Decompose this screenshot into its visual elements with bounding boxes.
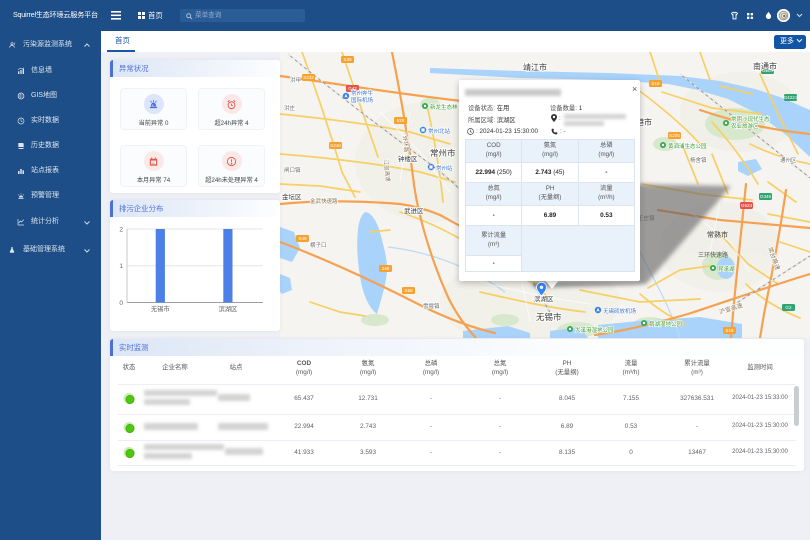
- svg-text:2: 2: [119, 227, 123, 234]
- svg-text:金坛区: 金坛区: [282, 192, 302, 201]
- svg-text:洪庄: 洪庄: [284, 104, 296, 112]
- svg-text:钟楼区: 钟楼区: [398, 154, 418, 163]
- svg-text:S58: S58: [404, 288, 413, 293]
- svg-text:常州站: 常州站: [436, 164, 453, 172]
- svg-text:G346: G346: [760, 194, 772, 199]
- svg-text:G4221: G4221: [784, 95, 798, 100]
- svg-text:洪甲: 洪甲: [290, 76, 301, 84]
- svg-text:闸口镇: 闸口镇: [284, 166, 301, 174]
- svg-text:滨湖区: 滨湖区: [534, 294, 554, 303]
- svg-text:G524: G524: [741, 203, 753, 208]
- svg-text:南通市: 南通市: [753, 61, 777, 71]
- svg-text:S19: S19: [651, 81, 660, 86]
- svg-text:无锡硕放机场: 无锡硕放机场: [603, 307, 637, 315]
- svg-text:武进区: 武进区: [404, 206, 424, 215]
- svg-text:通州区: 通州区: [780, 156, 797, 164]
- svg-text:三环快速路: 三环快速路: [698, 251, 728, 259]
- svg-text:大溪港湿地公园: 大溪港湿地公园: [575, 326, 614, 334]
- svg-text:农业旅游区: 农业旅游区: [731, 122, 759, 130]
- svg-text:昆承湖: 昆承湖: [718, 265, 735, 273]
- svg-text:常熟市: 常熟市: [707, 230, 728, 239]
- svg-text:滨湖区: 滨湖区: [218, 304, 237, 313]
- svg-text:S232: S232: [303, 75, 314, 80]
- svg-text:黄泗浦生态公园: 黄泗浦生态公园: [668, 142, 707, 150]
- svg-text:常州北站: 常州北站: [428, 127, 451, 135]
- svg-text:528: 528: [397, 118, 405, 123]
- svg-text:S226: S226: [669, 133, 680, 138]
- svg-text:国际机场: 国际机场: [351, 96, 374, 104]
- svg-text:横子口: 横子口: [310, 241, 327, 249]
- svg-text:S48: S48: [298, 236, 307, 241]
- svg-text:雪堰镇: 雪堰镇: [423, 302, 440, 310]
- svg-text:无锡市: 无锡市: [536, 312, 562, 322]
- svg-text:S39: S39: [343, 57, 352, 62]
- svg-text:无锡市: 无锡市: [151, 304, 170, 313]
- svg-text:常州奔牛: 常州奔牛: [351, 89, 374, 97]
- svg-text:金武快速路: 金武快速路: [310, 197, 338, 205]
- svg-text:S19: S19: [725, 328, 734, 333]
- svg-text:杨舍镇: 杨舍镇: [690, 156, 707, 164]
- svg-text:G2: G2: [785, 305, 792, 310]
- svg-text:S240: S240: [330, 143, 341, 148]
- svg-text:王庄镇: 王庄镇: [638, 214, 655, 222]
- svg-text:靖江市: 靖江市: [523, 62, 547, 72]
- svg-text:348: 348: [382, 266, 390, 271]
- svg-text:鹅湖湿地公园: 鹅湖湿地公园: [649, 320, 683, 328]
- svg-text:1: 1: [119, 263, 123, 270]
- svg-text:新龙生态林: 新龙生态林: [430, 103, 458, 111]
- svg-text:0: 0: [119, 300, 123, 307]
- svg-text:常阴沙现代生态: 常阴沙现代生态: [731, 115, 770, 123]
- svg-text:常州市: 常州市: [430, 148, 456, 158]
